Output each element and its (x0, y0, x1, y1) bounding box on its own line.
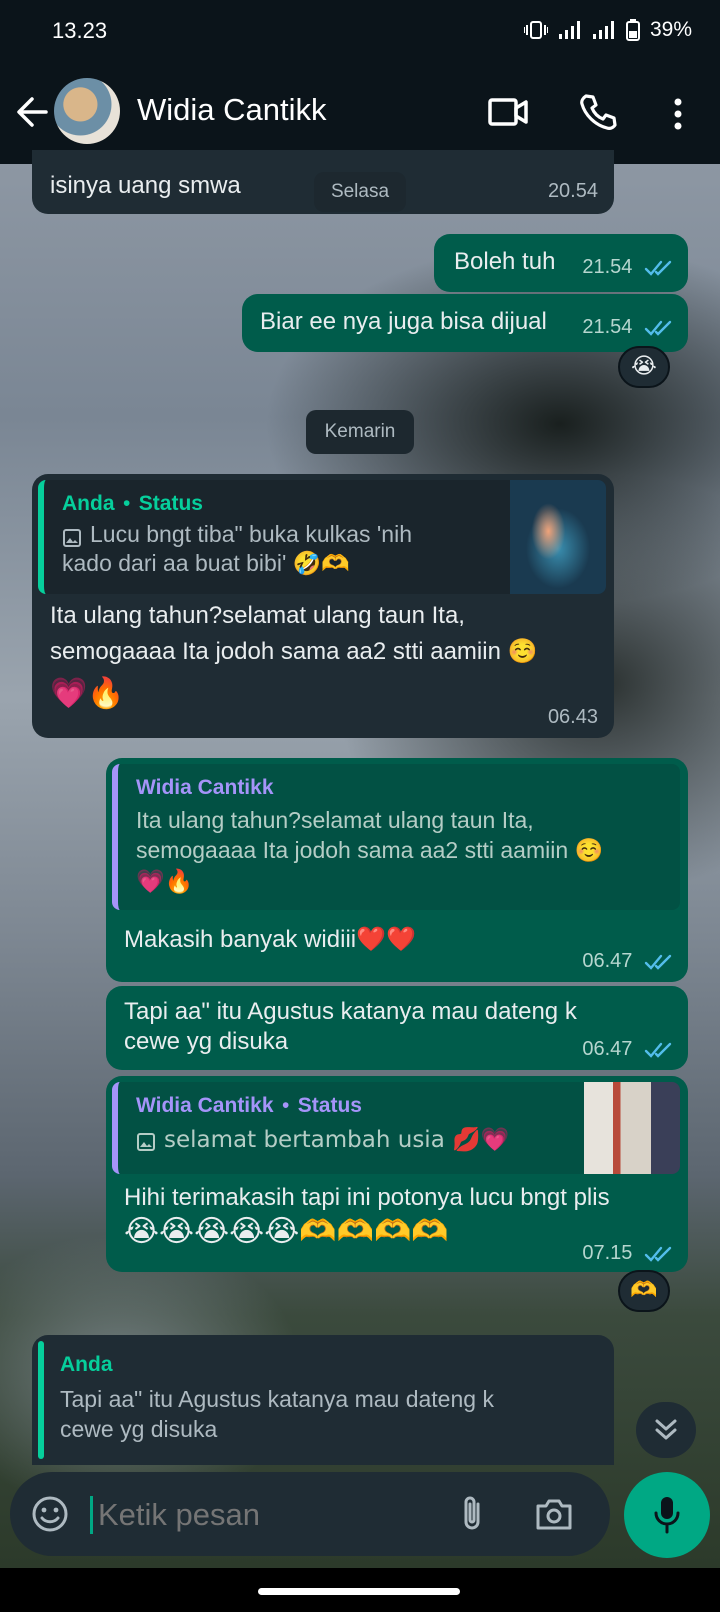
quote-text-line: Ita ulang tahun?selamat ulang taun Ita, (136, 807, 534, 833)
double-check-icon (644, 260, 672, 276)
message-time-row: 07.15 (582, 1242, 674, 1265)
message-outgoing[interactable]: Biar ee nya juga bisa dijual 21.54 (242, 294, 688, 352)
message-text-line: Hihi terimakasih tapi ini potonya lucu b… (124, 1184, 610, 1211)
reply-author: Anda (60, 1353, 113, 1376)
message-text-line: Tapi aa" itu Agustus katanya mau dateng … (124, 998, 577, 1025)
back-arrow-icon[interactable] (14, 92, 50, 132)
quote-source: Status (138, 492, 203, 515)
quote-text: selamat bertambah usia 💋💗 (164, 1127, 510, 1153)
double-check-icon (644, 954, 672, 970)
date-pill: Selasa (314, 172, 406, 212)
more-vert-icon[interactable] (668, 94, 688, 134)
message-text: isinya uang smwa (50, 172, 241, 199)
vibrate-icon (523, 21, 548, 39)
message-time-row: 06.47 (582, 1038, 674, 1061)
home-gesture-bar[interactable] (258, 1588, 460, 1595)
quote-author: Anda (62, 492, 115, 515)
double-check-icon (644, 1246, 672, 1262)
scroll-to-bottom-button[interactable] (636, 1402, 696, 1458)
date-pill: Kemarin (306, 410, 414, 454)
message-outgoing[interactable]: Boleh tuh 21.54 (434, 234, 688, 292)
quoted-status[interactable]: Widia Cantikk • Status selamat bertambah… (112, 1082, 680, 1174)
quote-separator: • (281, 1094, 290, 1117)
signal-icon (558, 21, 580, 39)
battery-level: 39% (649, 18, 692, 41)
quote-text: Lucu bngt tiba" buka kulkas 'nih kado da… (62, 521, 412, 576)
quote-separator: • (122, 492, 131, 515)
status-thumbnail (584, 1082, 680, 1174)
reaction-badge[interactable]: 😭 (618, 346, 670, 388)
avatar[interactable] (54, 78, 120, 144)
status-icons: 39% (523, 18, 692, 42)
emoji-icon[interactable] (30, 1494, 70, 1534)
message-time: 20.54 (547, 180, 598, 202)
mic-button[interactable] (624, 1472, 710, 1558)
mic-icon (654, 1497, 680, 1534)
double-check-icon (644, 1042, 672, 1058)
quote-author: Widia Cantikk (136, 776, 274, 799)
reply-text-line: Tapi aa" itu Agustus katanya mau dateng … (60, 1386, 494, 1412)
quote-source: Status (297, 1094, 362, 1117)
quote-text-line: 💗🔥 (136, 869, 194, 895)
quote-text-line: semogaaaa Ita jodoh sama aa2 stti aamiin… (136, 837, 604, 863)
message-text-line: Ita ulang tahun?selamat ulang taun Ita, (50, 602, 465, 629)
reply-text-line: cewe yg disuka (60, 1416, 218, 1442)
quote-header: Widia Cantikk • Status (136, 1094, 362, 1118)
video-call-icon[interactable] (488, 94, 528, 130)
text-cursor (90, 1496, 93, 1534)
contact-name[interactable]: Widia Cantikk (137, 92, 327, 128)
message-time-row: 06.47 (582, 950, 674, 973)
message-time-row: 21.54 (582, 316, 674, 339)
quoted-status[interactable]: Anda • Status Lucu bngt tiba" buka kulka… (38, 480, 606, 594)
message-text-line: 😭😭😭😭😭🫶🫶🫶🫶 (124, 1214, 449, 1249)
message-outgoing[interactable]: Tapi aa" itu Agustus katanya mau dateng … (106, 986, 688, 1070)
message-text: Makasih banyak widiii❤️❤️ (124, 926, 416, 953)
quote-author: Widia Cantikk (136, 1094, 274, 1117)
status-thumbnail (510, 480, 606, 594)
reaction-badge[interactable]: 🫶 (618, 1270, 670, 1312)
message-input[interactable] (96, 1490, 440, 1540)
battery-icon (625, 19, 640, 41)
phone-icon[interactable] (578, 92, 618, 132)
message-time-row: 21.54 (582, 256, 674, 279)
image-icon (137, 1133, 155, 1151)
message-composer[interactable] (10, 1472, 610, 1556)
signal-icon-2 (592, 21, 614, 39)
message-time: 06.43 (547, 706, 598, 728)
status-time: 13.23 (52, 18, 108, 43)
message-outgoing[interactable]: Widia Cantikk Ita ulang tahun?selamat ul… (106, 758, 688, 982)
double-check-icon (644, 320, 672, 336)
message-text-line: semogaaaa Ita jodoh sama aa2 stti aamiin… (50, 638, 538, 665)
reply-preview[interactable]: Anda Tapi aa" itu Agustus katanya mau da… (32, 1335, 614, 1465)
message-text: Boleh tuh (454, 248, 556, 275)
message-time: 21.54 (582, 256, 633, 278)
message-incoming[interactable]: Anda • Status Lucu bngt tiba" buka kulka… (32, 474, 614, 738)
camera-icon[interactable] (534, 1496, 574, 1532)
message-text-line: cewe yg disuka (124, 1028, 289, 1055)
quote-header: Anda • Status (62, 492, 203, 516)
chevron-double-down-icon (655, 1419, 677, 1440)
message-time: 21.54 (582, 316, 633, 338)
message-time: 06.47 (582, 950, 633, 972)
message-time: 06.47 (582, 1038, 633, 1060)
attach-icon[interactable] (458, 1494, 488, 1534)
message-text-line: 💗🔥 (50, 676, 125, 711)
quoted-message[interactable]: Widia Cantikk Ita ulang tahun?selamat ul… (112, 764, 680, 910)
message-text: Biar ee nya juga bisa dijual (260, 308, 547, 335)
message-outgoing[interactable]: Widia Cantikk • Status selamat bertambah… (106, 1076, 688, 1272)
reply-accent-bar (38, 1341, 44, 1459)
message-time: 07.15 (582, 1242, 633, 1264)
